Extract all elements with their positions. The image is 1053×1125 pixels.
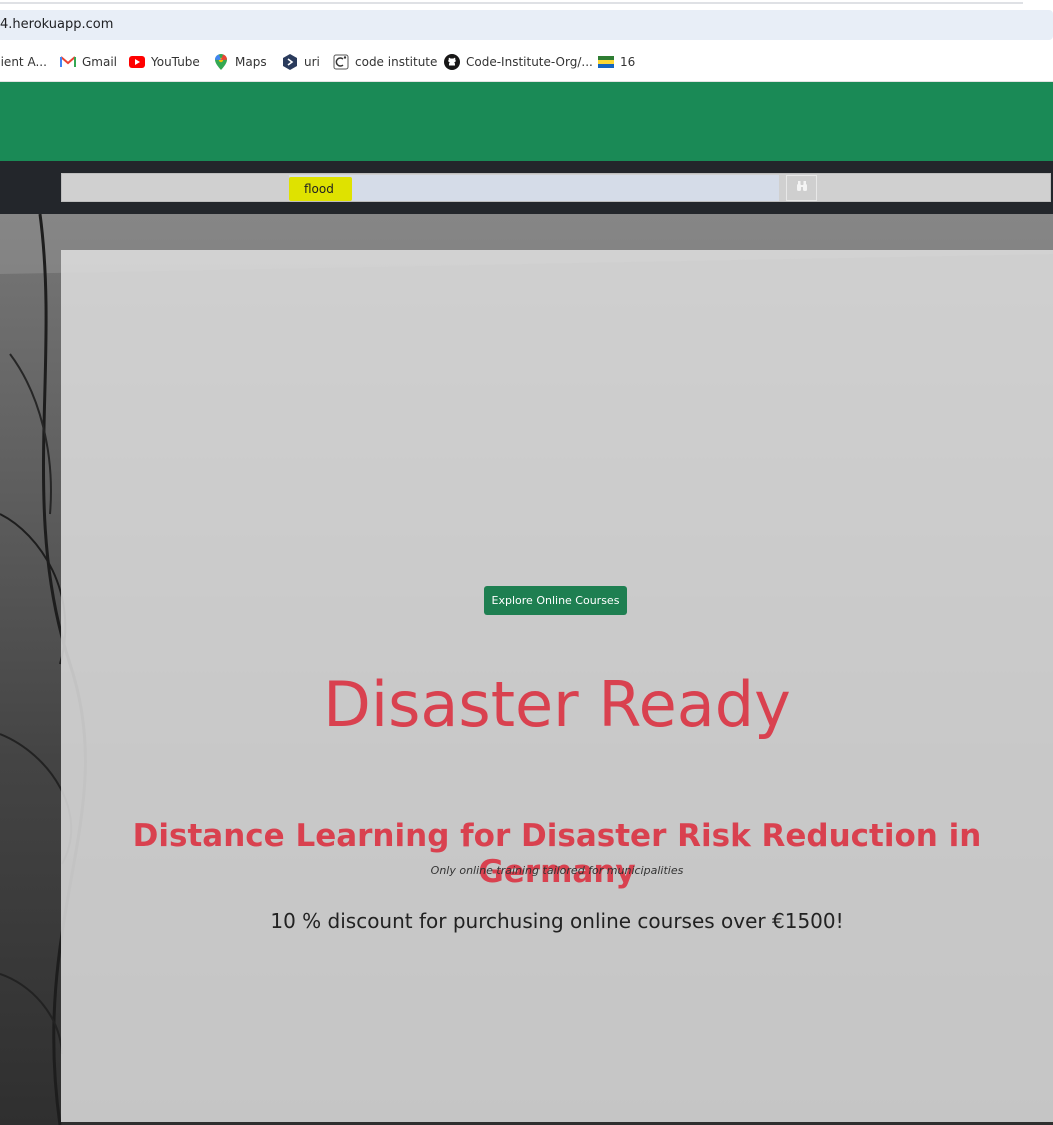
bookmark-item-maps[interactable]: Maps (213, 54, 267, 70)
bookmark-label: YouTube (151, 55, 200, 69)
bookmark-label: 16 (620, 55, 636, 69)
bookmark-item-16[interactable]: 16 (598, 54, 635, 70)
hero-tagline: Only online training tailored for munici… (430, 864, 684, 877)
uri-icon (282, 54, 298, 70)
bookmark-label: Gmail (82, 55, 118, 69)
github-icon (444, 54, 460, 70)
gmail-icon (60, 54, 76, 70)
discount-offer: 10 % discount for purchusing online cour… (270, 909, 844, 933)
bookmark-item-youtube[interactable]: YouTube (129, 54, 200, 70)
bookmark-label: uri (304, 55, 320, 69)
bookmarks-bar: cient A... Gmail YouTube Maps uri code i… (0, 42, 1053, 82)
explore-courses-button[interactable]: Explore Online Courses (484, 586, 627, 615)
site-header (0, 82, 1053, 161)
bookmark-label: Code-Institute-Org/... (466, 55, 593, 69)
flag-icon (598, 54, 614, 70)
address-field[interactable] (0, 10, 1053, 40)
search-button[interactable] (786, 175, 817, 201)
bookmark-item-code-institute[interactable]: code institute (333, 54, 437, 70)
address-url[interactable]: 4.herokuapp.com (0, 17, 113, 32)
youtube-icon (129, 54, 145, 70)
bookmark-item-cient[interactable]: cient A... (0, 54, 47, 70)
search-query[interactable]: flood (304, 182, 334, 196)
maps-pin-icon (213, 54, 229, 70)
bookmark-item-uri[interactable]: uri (282, 54, 320, 70)
code-institute-icon (333, 54, 349, 70)
hero-title: Disaster Ready (323, 668, 791, 741)
hero-subtitle: Distance Learning for Disaster Risk Redu… (132, 818, 982, 890)
bookmark-label: Maps (235, 55, 267, 69)
address-bar[interactable]: 4.herokuapp.com (0, 6, 1053, 42)
binoculars-icon (796, 179, 808, 197)
bookmark-label: code institute (355, 55, 438, 69)
search-input[interactable] (289, 175, 779, 201)
bookmark-item-gmail[interactable]: Gmail (60, 54, 117, 70)
bookmark-item-github[interactable]: Code-Institute-Org/... (444, 54, 593, 70)
bookmark-label: cient A... (0, 55, 47, 69)
